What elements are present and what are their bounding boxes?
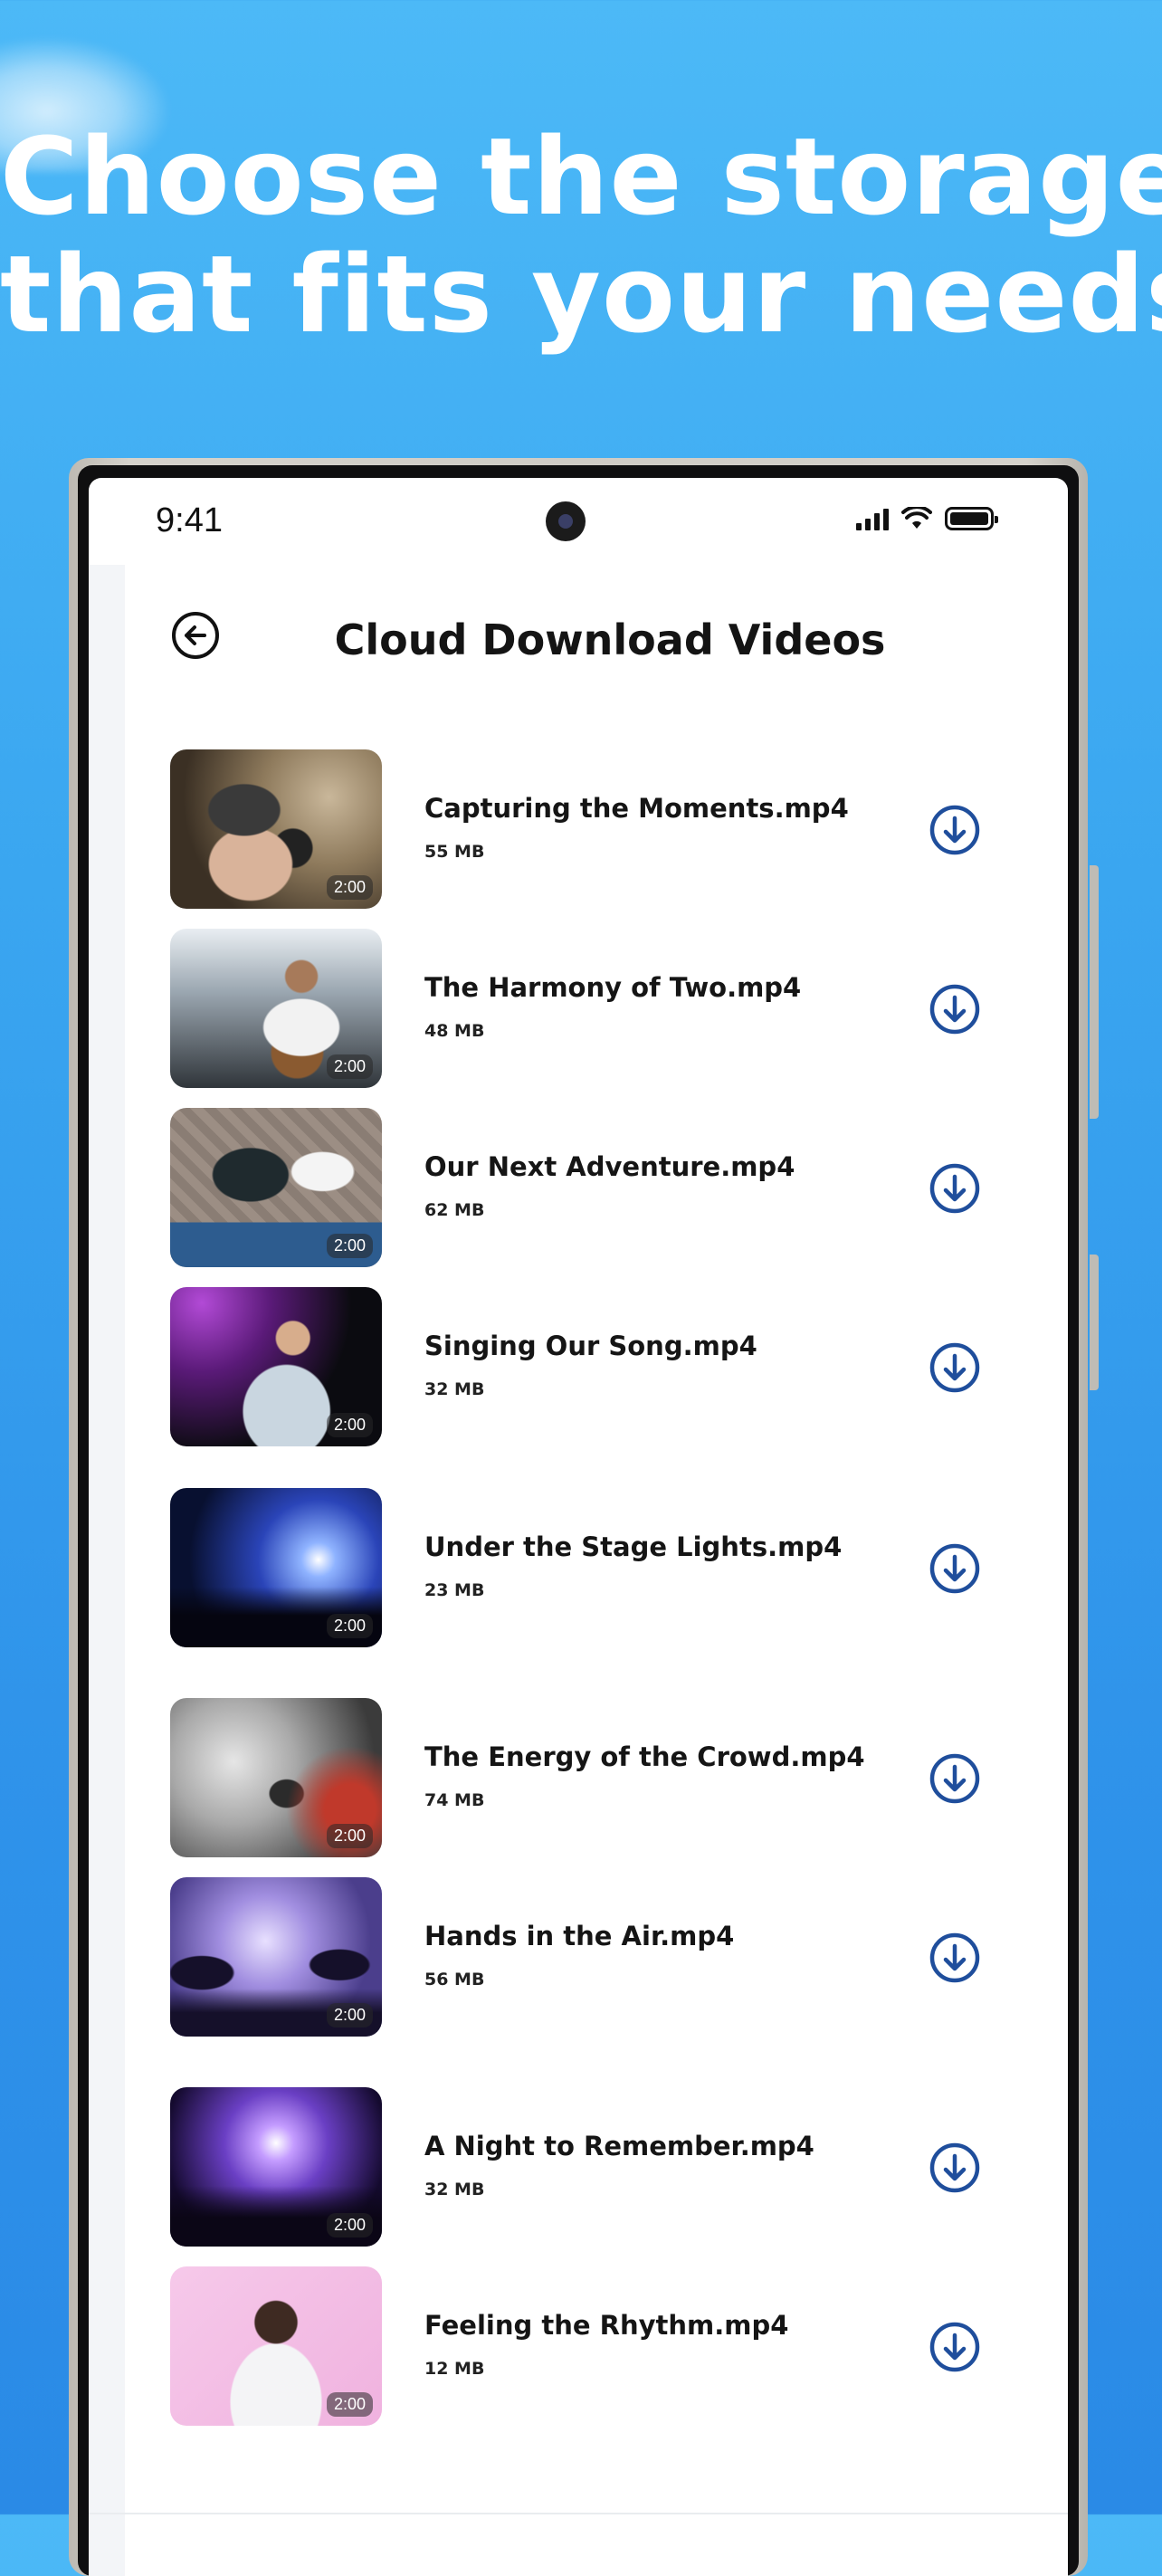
video-row[interactable]: 2:00 Hands in the Air.mp4 56 MB: [170, 1877, 1003, 2037]
download-icon[interactable]: [929, 804, 981, 856]
stage-lights-thumbnail[interactable]: 2:00: [170, 1488, 382, 1647]
video-duration: 2:00: [326, 1824, 373, 1848]
concert-night-thumbnail[interactable]: 2:00: [170, 2087, 382, 2247]
hands-up-thumbnail[interactable]: 2:00: [170, 1877, 382, 2037]
video-name: The Harmony of Two.mp4: [424, 972, 802, 1003]
side-button-volume: [1090, 1255, 1099, 1390]
headline-line-1: Choose the storage: [0, 114, 1162, 239]
video-row[interactable]: 2:00 Capturing the Moments.mp4 55 MB: [170, 749, 1003, 909]
left-edge-strip: [89, 565, 125, 2576]
video-row[interactable]: 2:00 A Night to Remember.mp4 32 MB: [170, 2087, 1003, 2247]
video-row[interactable]: 2:00 Feeling the Rhythm.mp4 12 MB: [170, 2266, 1003, 2426]
status-time: 9:41: [156, 501, 223, 539]
video-name: Singing Our Song.mp4: [424, 1331, 757, 1361]
video-row[interactable]: 2:00 The Harmony of Two.mp4 48 MB: [170, 929, 1003, 1088]
video-row[interactable]: 2:00 Singing Our Song.mp4 32 MB: [170, 1287, 1003, 1446]
video-size: 23 MB: [424, 1580, 485, 1600]
video-name: A Night to Remember.mp4: [424, 2131, 814, 2161]
singer-thumbnail[interactable]: 2:00: [170, 1287, 382, 1446]
side-button-power: [1090, 865, 1099, 1119]
video-duration: 2:00: [326, 1054, 373, 1079]
battery-icon: [945, 507, 998, 530]
video-size: 55 MB: [424, 842, 485, 862]
video-size: 48 MB: [424, 1021, 485, 1041]
wifi-icon: [901, 507, 932, 529]
screen-header: Cloud Download Videos: [125, 565, 1068, 710]
video-name: Hands in the Air.mp4: [424, 1921, 735, 1951]
video-duration: 2:00: [326, 2003, 373, 2027]
video-duration: 2:00: [326, 2392, 373, 2417]
video-size: 32 MB: [424, 1379, 485, 1399]
front-camera: [546, 501, 586, 541]
video-size: 12 MB: [424, 2359, 485, 2379]
video-duration: 2:00: [326, 875, 373, 900]
cellular-signal-icon: [856, 507, 889, 530]
video-size: 56 MB: [424, 1970, 485, 1989]
guitarist-thumbnail[interactable]: 2:00: [170, 929, 382, 1088]
video-duration: 2:00: [326, 1413, 373, 1437]
video-size: 74 MB: [424, 1790, 485, 1810]
video-row[interactable]: 2:00 Under the Stage Lights.mp4 23 MB: [170, 1488, 1003, 1647]
page-title: Cloud Download Videos: [334, 615, 886, 664]
headphones-thumbnail[interactable]: 2:00: [170, 2266, 382, 2426]
video-name: Our Next Adventure.mp4: [424, 1151, 795, 1182]
video-size: 62 MB: [424, 1200, 485, 1220]
download-icon[interactable]: [929, 2321, 981, 2373]
headline-line-2: that fits your needs: [0, 232, 1162, 357]
video-row[interactable]: 2:00 Our Next Adventure.mp4 62 MB: [170, 1108, 1003, 1267]
download-icon[interactable]: [929, 1752, 981, 1805]
download-icon[interactable]: [929, 1341, 981, 1394]
video-name: Capturing the Moments.mp4: [424, 793, 849, 824]
video-name: Feeling the Rhythm.mp4: [424, 2310, 789, 2341]
video-duration: 2:00: [326, 1614, 373, 1638]
download-icon[interactable]: [929, 1932, 981, 1984]
phone-screen: 9:41 Cloud Download Videos 2:00 Capturin…: [89, 478, 1068, 2576]
video-name: Under the Stage Lights.mp4: [424, 1531, 843, 1562]
crowd-smoke-thumbnail[interactable]: 2:00: [170, 1698, 382, 1857]
video-row[interactable]: 2:00 The Energy of the Crowd.mp4 74 MB: [170, 1698, 1003, 1857]
download-icon[interactable]: [929, 2142, 981, 2194]
photographer-thumbnail[interactable]: 2:00: [170, 749, 382, 909]
download-icon[interactable]: [929, 1162, 981, 1215]
download-icon[interactable]: [929, 983, 981, 1035]
phone-bezel: 9:41 Cloud Download Videos 2:00 Capturin…: [78, 465, 1079, 2576]
headline: Choose the storage that fits your needs: [0, 118, 1162, 353]
polaroid-thumbnail[interactable]: 2:00: [170, 1108, 382, 1267]
phone-frame: 9:41 Cloud Download Videos 2:00 Capturin…: [69, 458, 1099, 2576]
video-duration: 2:00: [326, 1234, 373, 1258]
status-icons: [856, 507, 998, 530]
status-bar: 9:41: [89, 478, 1068, 565]
download-icon[interactable]: [929, 1542, 981, 1595]
video-size: 32 MB: [424, 2180, 485, 2199]
video-duration: 2:00: [326, 2213, 373, 2237]
video-name: The Energy of the Crowd.mp4: [424, 1741, 865, 1772]
